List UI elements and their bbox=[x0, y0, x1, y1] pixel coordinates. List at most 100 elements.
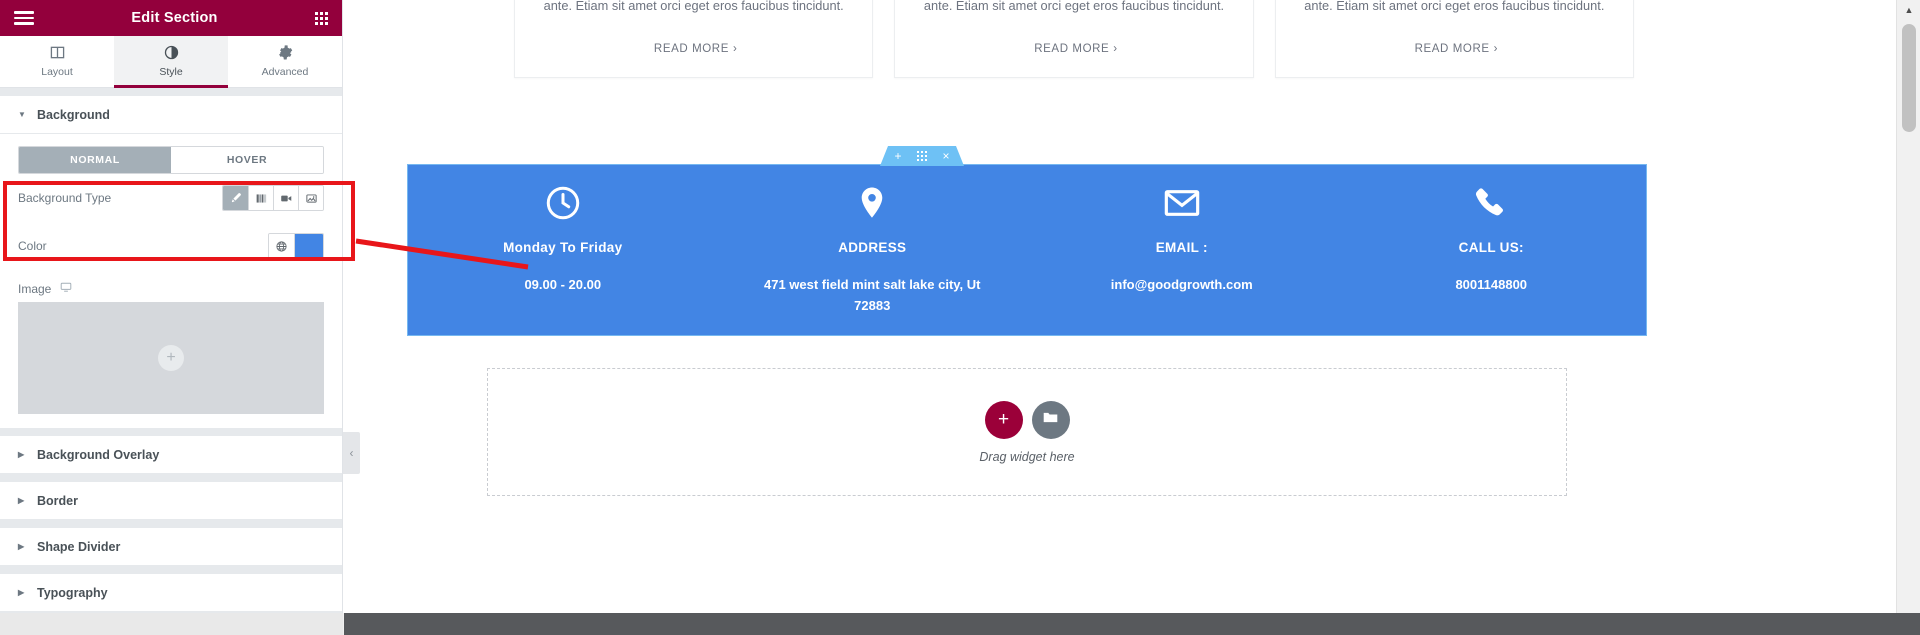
image-dropzone[interactable]: + bbox=[18, 302, 324, 414]
editor-canvas: By admin // May 18, 2021 Maecenas nec od… bbox=[344, 0, 1896, 613]
accordion-border[interactable]: ▶ Border bbox=[0, 482, 342, 520]
color-swatch[interactable] bbox=[294, 234, 323, 258]
background-color-label: Color bbox=[18, 239, 47, 253]
chevron-right-icon: › bbox=[1113, 43, 1118, 55]
panel-divider-4 bbox=[0, 520, 342, 528]
read-more-label: READ MORE bbox=[1414, 43, 1490, 55]
post-excerpt: Maecenas nec odio et ante tincidunt temp… bbox=[923, 0, 1225, 13]
tab-advanced[interactable]: Advanced bbox=[228, 36, 342, 87]
plus-icon: + bbox=[158, 345, 184, 371]
tab-layout-label: Layout bbox=[41, 66, 73, 78]
accordion-typography-label: Typography bbox=[37, 585, 108, 600]
panel-tabs: Layout Style Advanced bbox=[0, 36, 342, 88]
add-section-button[interactable]: + bbox=[886, 146, 910, 166]
gear-icon bbox=[278, 45, 293, 62]
info-value: 471 west field mint salt lake city, Ut 7… bbox=[763, 277, 981, 314]
drag-handle-icon[interactable] bbox=[910, 146, 934, 166]
info-title: ADDRESS bbox=[838, 240, 907, 255]
editor-panel: Edit Section Layout Style Advanced ▼ Bac… bbox=[0, 0, 343, 613]
read-more-link[interactable]: READ MORE › bbox=[650, 43, 737, 55]
drag-widget-area[interactable]: + Drag widget here bbox=[487, 368, 1567, 496]
info-section[interactable]: Monday To Friday 09.00 - 20.00 ADDRESS 4… bbox=[407, 164, 1647, 336]
vertical-scrollbar-thumb[interactable] bbox=[1902, 24, 1916, 132]
background-image-label: Image bbox=[18, 281, 52, 296]
accordion-typography[interactable]: ▶ Typography bbox=[0, 574, 342, 612]
accordion-background-label: Background bbox=[37, 107, 110, 122]
tab-style[interactable]: Style bbox=[114, 36, 228, 88]
accordion-background-overlay[interactable]: ▶ Background Overlay bbox=[0, 436, 342, 474]
vertical-scrollbar[interactable]: ▲ bbox=[1896, 0, 1920, 613]
accordion-border-label: Border bbox=[37, 493, 78, 508]
folder-icon bbox=[1042, 409, 1059, 431]
tab-layout[interactable]: Layout bbox=[0, 36, 114, 87]
accordion-shape-divider[interactable]: ▶ Shape Divider bbox=[0, 528, 342, 566]
grid-icon[interactable] bbox=[315, 11, 328, 25]
template-library-button[interactable] bbox=[1031, 400, 1070, 439]
section-toolbar: + × bbox=[880, 146, 964, 166]
chevron-right-icon: ▶ bbox=[18, 588, 25, 597]
background-type-row: Background Type bbox=[0, 174, 342, 222]
phone-icon bbox=[1472, 183, 1510, 223]
info-value: 09.00 - 20.00 bbox=[524, 277, 602, 292]
tab-style-label: Style bbox=[159, 66, 183, 78]
post-excerpt: Maecenas nec odio et ante tincidunt temp… bbox=[543, 0, 844, 13]
contrast-icon bbox=[164, 45, 179, 62]
panel-title: Edit Section bbox=[131, 10, 218, 26]
info-title: EMAIL : bbox=[1155, 240, 1208, 255]
slideshow-icon[interactable] bbox=[298, 186, 323, 210]
chevron-right-icon: › bbox=[732, 43, 738, 55]
read-more-link[interactable]: READ MORE › bbox=[1030, 43, 1117, 55]
horizontal-scrollbar-track[interactable] bbox=[344, 613, 1920, 635]
accordion-background[interactable]: ▼ Background bbox=[0, 96, 342, 134]
tab-advanced-label: Advanced bbox=[261, 66, 309, 78]
gradient-icon[interactable] bbox=[248, 186, 273, 210]
globe-icon[interactable] bbox=[269, 234, 294, 258]
horizontal-scrollbar[interactable] bbox=[0, 613, 1920, 635]
chevron-down-icon: ▼ bbox=[18, 110, 26, 119]
panel-divider-3 bbox=[0, 474, 342, 482]
drag-widget-buttons: + bbox=[984, 400, 1070, 439]
background-controls: NORMAL HOVER Background Type Color Image… bbox=[0, 134, 342, 414]
chevron-right-icon: ▶ bbox=[18, 450, 25, 459]
info-value: 8001148800 bbox=[1455, 277, 1528, 292]
chevron-left-icon: ‹ bbox=[349, 446, 354, 460]
columns-icon bbox=[50, 45, 65, 62]
info-value: info@goodgrowth.com bbox=[1110, 277, 1253, 292]
state-tab-normal[interactable]: NORMAL bbox=[19, 147, 171, 173]
panel-header: Edit Section bbox=[0, 0, 342, 36]
clock-icon bbox=[544, 183, 582, 223]
info-column-address: ADDRESS 471 west field mint salt lake ci… bbox=[718, 165, 1028, 335]
state-tab-hover[interactable]: HOVER bbox=[171, 147, 323, 173]
horizontal-scrollbar-thumb[interactable] bbox=[0, 613, 343, 635]
background-type-label: Background Type bbox=[18, 191, 112, 205]
background-image-row: Image bbox=[0, 270, 342, 296]
envelope-icon bbox=[1162, 183, 1202, 223]
background-image-label-group: Image bbox=[18, 281, 72, 296]
drag-widget-label: Drag widget here bbox=[979, 449, 1075, 464]
add-widget-button[interactable]: + bbox=[984, 400, 1023, 439]
plus-icon: + bbox=[997, 409, 1010, 430]
read-more-label: READ MORE bbox=[653, 43, 729, 55]
info-title: Monday To Friday bbox=[503, 240, 623, 255]
accordion-shape-divider-label: Shape Divider bbox=[37, 539, 121, 554]
state-tabs: NORMAL HOVER bbox=[0, 134, 342, 174]
scroll-up-arrow-icon[interactable]: ▲ bbox=[1897, 0, 1920, 20]
blog-cards: By admin // May 18, 2021 Maecenas nec od… bbox=[514, 0, 1634, 78]
close-icon[interactable]: × bbox=[934, 146, 958, 166]
panel-divider bbox=[0, 88, 342, 96]
video-camera-icon[interactable] bbox=[273, 186, 298, 210]
blog-card: By admin // May 18, 2021 Maecenas nec od… bbox=[1274, 0, 1634, 78]
panel-collapse-button[interactable]: ‹ bbox=[343, 432, 360, 474]
read-more-link[interactable]: READ MORE › bbox=[1411, 43, 1498, 55]
info-column-email: EMAIL : info@goodgrowth.com bbox=[1027, 165, 1337, 335]
hamburger-icon[interactable] bbox=[14, 11, 34, 25]
accordion-background-overlay-label: Background Overlay bbox=[37, 447, 160, 462]
info-column-phone: CALL US: 8001148800 bbox=[1337, 165, 1647, 335]
paintbrush-icon[interactable] bbox=[223, 186, 248, 210]
elementor-editor: Edit Section Layout Style Advanced ▼ Bac… bbox=[0, 0, 1920, 635]
panel-divider-5 bbox=[0, 566, 342, 574]
info-column-hours: Monday To Friday 09.00 - 20.00 bbox=[408, 165, 718, 335]
background-type-options bbox=[222, 185, 324, 211]
panel-divider-2 bbox=[0, 428, 342, 436]
monitor-icon[interactable] bbox=[60, 281, 72, 296]
